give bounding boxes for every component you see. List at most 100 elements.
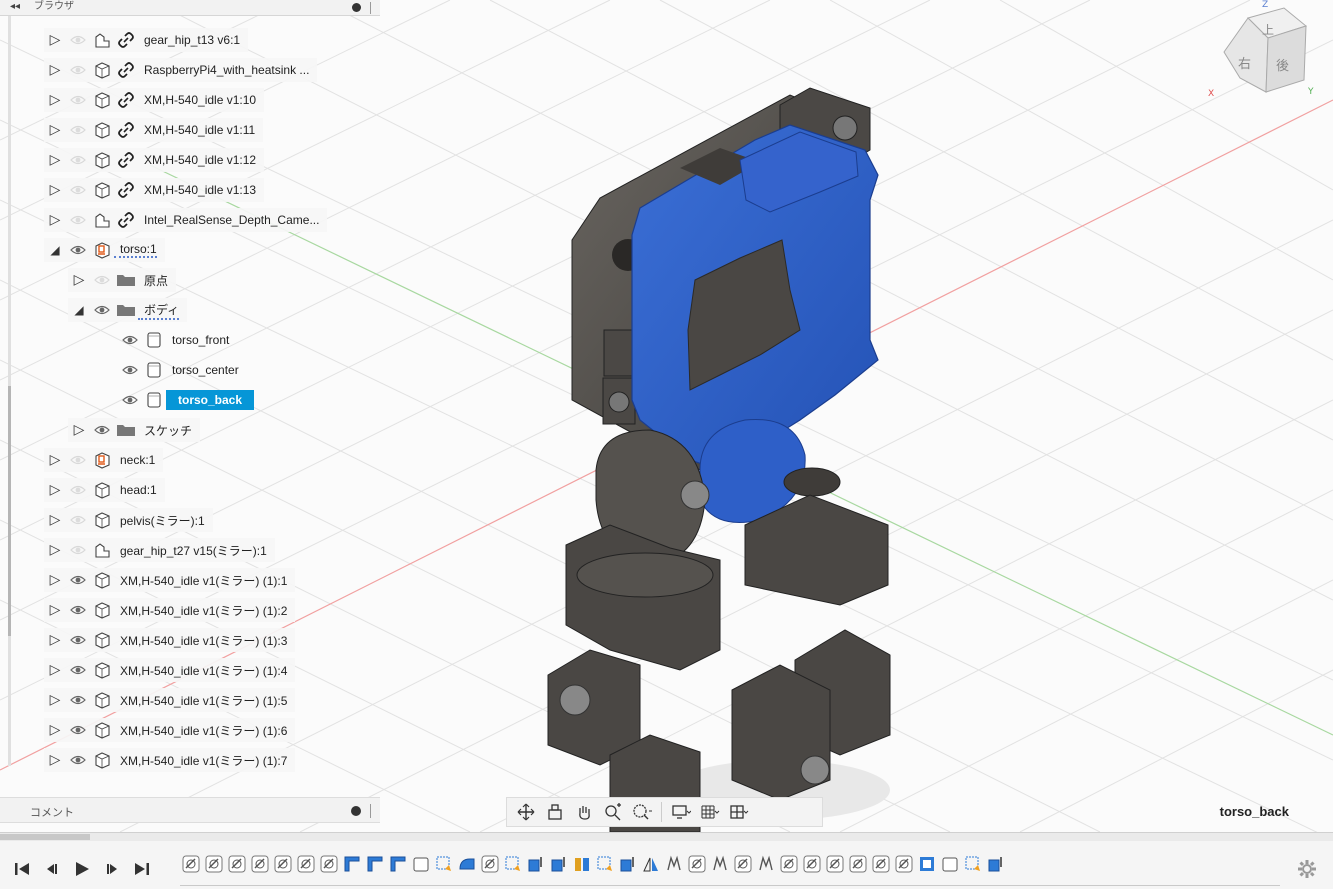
visibility-eye-icon[interactable] (66, 748, 90, 772)
fit-icon[interactable] (629, 801, 655, 823)
expand-arrow-icon[interactable]: ▷ (44, 748, 66, 772)
visibility-eye-icon[interactable] (66, 718, 90, 742)
timeline-joint-icon[interactable] (663, 853, 684, 875)
expand-arrow-icon[interactable]: ▷ (44, 208, 66, 232)
timeline-split-icon[interactable] (571, 853, 592, 875)
skip-to-start-icon[interactable] (10, 857, 34, 881)
timeline-plane-icon[interactable] (962, 853, 983, 875)
timeline-plane-icon[interactable] (594, 853, 615, 875)
timeline-sketch-icon[interactable] (870, 853, 891, 875)
timeline-box-icon[interactable] (410, 853, 431, 875)
tree-row[interactable]: ▷ XM,H-540_idle v1:13 (44, 178, 265, 202)
look-at-icon[interactable] (542, 801, 568, 823)
step-forward-icon[interactable] (100, 857, 124, 881)
timeline-sketch-icon[interactable] (893, 853, 914, 875)
play-icon[interactable] (70, 857, 94, 881)
expand-arrow-icon[interactable]: ▷ (44, 658, 66, 682)
visibility-eye-icon[interactable] (118, 358, 142, 382)
visibility-eye-icon[interactable] (118, 328, 142, 352)
grid-settings-icon[interactable] (697, 801, 723, 823)
visibility-hidden-icon[interactable] (66, 28, 90, 52)
timeline-joint-icon[interactable] (755, 853, 776, 875)
timeline-frame-icon[interactable] (341, 853, 362, 875)
expand-arrow-icon[interactable]: ▷ (44, 718, 66, 742)
timeline-plane-icon[interactable] (502, 853, 523, 875)
scrollbar-thumb[interactable] (0, 834, 90, 840)
tree-row[interactable]: ▷ XM,H-540_idle v1:11 (44, 118, 264, 142)
expand-arrow-icon[interactable]: ▷ (44, 568, 66, 592)
orbit-icon[interactable] (513, 801, 539, 823)
expand-arrow-icon[interactable]: ▷ (44, 28, 66, 52)
tree-row[interactable]: ▷ head:1 (44, 478, 165, 502)
expand-arrow-icon[interactable]: ▷ (44, 538, 66, 562)
tree-row[interactable]: ▷ XM,H-540_idle v1(ミラー) (1):6 (44, 718, 296, 742)
expand-arrow-icon[interactable]: ▷ (44, 598, 66, 622)
tree-row[interactable]: ▷ gear_hip_t27 v15(ミラー):1 (44, 538, 275, 562)
scrollbar-thumb[interactable] (8, 386, 11, 636)
expand-arrow-icon[interactable]: ▷ (68, 418, 90, 442)
visibility-eye-icon[interactable] (66, 628, 90, 652)
visibility-hidden-icon[interactable] (66, 118, 90, 142)
visibility-hidden-icon[interactable] (66, 508, 90, 532)
tree-row[interactable]: ▷ 原点 (68, 268, 177, 292)
display-settings-icon[interactable] (668, 801, 694, 823)
tree-row[interactable]: torso_center (92, 358, 247, 382)
timeline-fillet-icon[interactable] (456, 853, 477, 875)
zoom-icon[interactable] (600, 801, 626, 823)
timeline-plane-icon[interactable] (433, 853, 454, 875)
visibility-eye-icon[interactable] (90, 418, 114, 442)
timeline-component-icon[interactable] (916, 853, 937, 875)
timeline-sketch-icon[interactable] (226, 853, 247, 875)
timeline-sketch-icon[interactable] (318, 853, 339, 875)
pan-icon[interactable] (571, 801, 597, 823)
visibility-hidden-icon[interactable] (66, 208, 90, 232)
expand-arrow-icon[interactable]: ▷ (44, 88, 66, 112)
tree-row[interactable]: ▷ XM,H-540_idle v1(ミラー) (1):5 (44, 688, 296, 712)
viewcube-back-label[interactable]: 後 (1276, 59, 1289, 74)
tree-row-selected[interactable]: torso_back (92, 388, 262, 412)
timeline-sketch-icon[interactable] (479, 853, 500, 875)
timeline-joint-icon[interactable] (709, 853, 730, 875)
expand-arrow-icon[interactable]: ▷ (44, 148, 66, 172)
tree-row[interactable]: ▷ XM,H-540_idle v1(ミラー) (1):4 (44, 658, 296, 682)
collapse-arrow-icon[interactable]: ◢ (68, 298, 90, 322)
tree-row[interactable]: ▷ pelvis(ミラー):1 (44, 508, 213, 532)
viewports-icon[interactable] (726, 801, 752, 823)
expand-arrow-icon[interactable]: ▷ (44, 178, 66, 202)
timeline-sketch-icon[interactable] (732, 853, 753, 875)
timeline-sketch-icon[interactable] (249, 853, 270, 875)
timeline-frame-icon[interactable] (387, 853, 408, 875)
tree-row[interactable]: ◢ torso:1 (44, 238, 165, 262)
tree-row[interactable]: ◢ ボディ (68, 298, 188, 322)
visibility-eye-icon[interactable] (66, 238, 90, 262)
timeline-sketch-icon[interactable] (180, 853, 201, 875)
skip-to-end-icon[interactable] (130, 857, 154, 881)
expand-arrow-icon[interactable]: ▷ (44, 508, 66, 532)
tree-row[interactable]: ▷ XM,H-540_idle v1:12 (44, 148, 265, 172)
browser-scrollbar[interactable] (8, 16, 11, 766)
expand-arrow-icon[interactable]: ▷ (44, 628, 66, 652)
tree-row[interactable]: torso_front (92, 328, 237, 352)
visibility-hidden-icon[interactable] (66, 178, 90, 202)
timeline-sketch-icon[interactable] (778, 853, 799, 875)
step-back-icon[interactable] (40, 857, 64, 881)
expand-arrow-icon[interactable]: ▷ (44, 448, 66, 472)
expand-arrow-icon[interactable]: ▷ (44, 118, 66, 142)
timeline-sketch-icon[interactable] (686, 853, 707, 875)
visibility-hidden-icon[interactable] (66, 478, 90, 502)
tree-row[interactable]: ▷ RaspberryPi4_with_heatsink ... (44, 58, 318, 82)
visibility-eye-icon[interactable] (66, 688, 90, 712)
visibility-hidden-icon[interactable] (90, 268, 114, 292)
visibility-eye-icon[interactable] (66, 568, 90, 592)
timeline-sketch-icon[interactable] (203, 853, 224, 875)
visibility-hidden-icon[interactable] (66, 88, 90, 112)
timeline-frame-icon[interactable] (364, 853, 385, 875)
timeline-settings-gear-icon[interactable] (1296, 858, 1318, 880)
timeline-extrude-icon[interactable] (548, 853, 569, 875)
timeline-sketch-icon[interactable] (272, 853, 293, 875)
timeline-extrude-icon[interactable] (525, 853, 546, 875)
visibility-eye-icon[interactable] (66, 658, 90, 682)
timeline-extrude-icon[interactable] (617, 853, 638, 875)
visibility-hidden-icon[interactable] (66, 448, 90, 472)
visibility-hidden-icon[interactable] (66, 148, 90, 172)
